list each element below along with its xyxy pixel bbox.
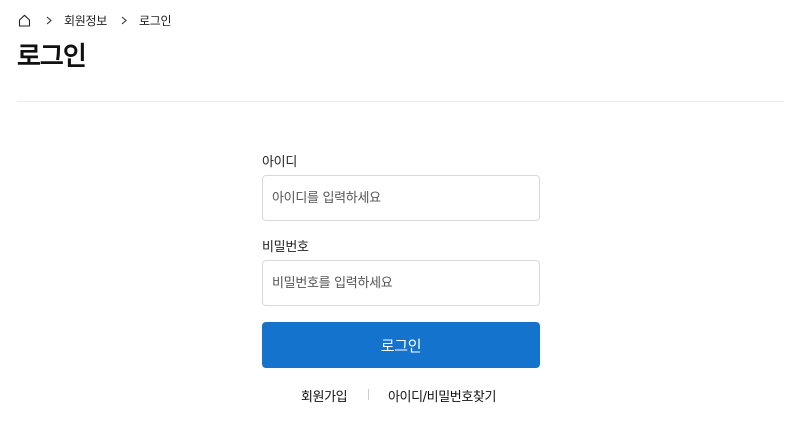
home-icon[interactable]: [17, 13, 32, 28]
breadcrumb-item-login[interactable]: 로그인: [139, 12, 172, 29]
link-divider: [368, 389, 369, 400]
account-links: 회원가입 아이디/비밀번호찾기: [262, 384, 540, 405]
password-input[interactable]: [262, 260, 540, 306]
signup-link[interactable]: 회원가입: [301, 386, 348, 405]
chevron-right-icon: [44, 15, 54, 25]
page-title: 로그인: [17, 42, 87, 72]
find-account-link[interactable]: 아이디/비밀번호찾기: [388, 386, 496, 405]
breadcrumb-item-member-info[interactable]: 회원정보: [64, 12, 107, 29]
login-button[interactable]: 로그인: [262, 322, 540, 368]
chevron-right-icon: [119, 15, 129, 25]
header-divider: [17, 101, 784, 102]
breadcrumb: 회원정보 로그인: [17, 11, 172, 29]
id-label: 아이디: [262, 155, 297, 170]
id-input[interactable]: [262, 175, 540, 221]
password-label: 비밀번호: [262, 240, 309, 255]
